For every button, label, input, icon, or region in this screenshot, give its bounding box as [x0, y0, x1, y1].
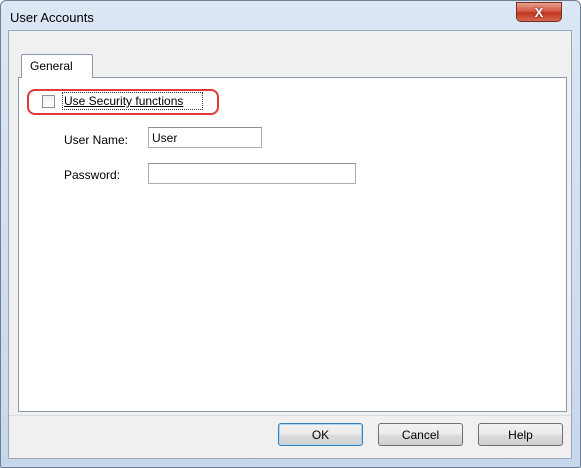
tab-panel-general: [18, 77, 567, 412]
cancel-button[interactable]: Cancel: [378, 423, 463, 446]
password-field[interactable]: [148, 163, 356, 184]
help-button[interactable]: Help: [478, 423, 563, 446]
ok-button[interactable]: OK: [278, 423, 363, 446]
close-icon: X: [534, 4, 544, 20]
button-bar-divider: [9, 415, 571, 416]
tab-join: [22, 77, 92, 79]
use-security-checkbox[interactable]: [42, 95, 55, 108]
window-title: User Accounts: [10, 10, 94, 25]
user-name-label: User Name:: [64, 133, 128, 147]
close-button[interactable]: X: [516, 2, 562, 22]
help-button-label: Help: [508, 427, 533, 442]
password-label: Password:: [64, 168, 120, 182]
tab-general[interactable]: General: [21, 54, 93, 78]
ok-button-label: OK: [311, 427, 330, 442]
tab-general-label: General: [30, 59, 73, 73]
user-name-field[interactable]: [148, 127, 262, 148]
password-label-text: Password:: [64, 168, 121, 182]
use-security-label[interactable]: Use Security functions: [64, 94, 183, 108]
user-name-label-text: User Name:: [64, 133, 129, 147]
cancel-button-label: Cancel: [401, 427, 440, 442]
